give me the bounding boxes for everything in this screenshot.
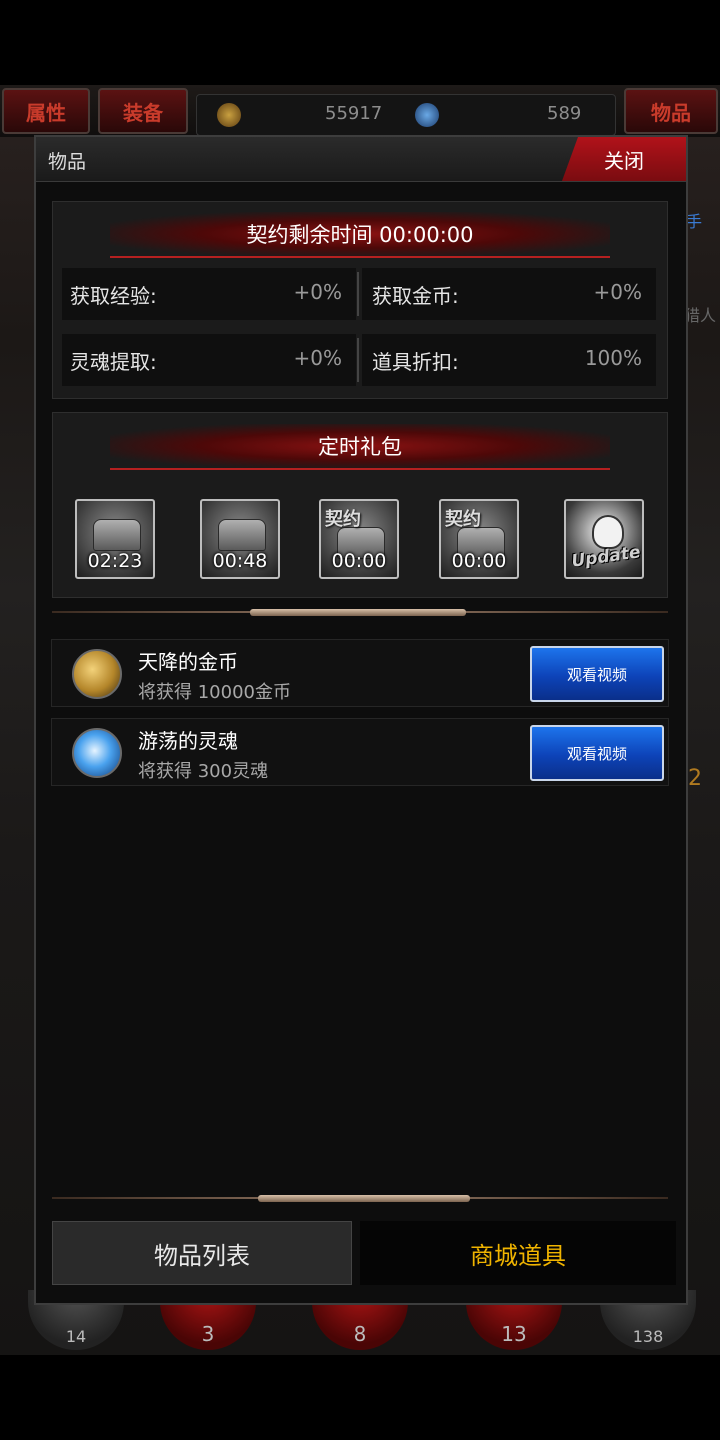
stat-divider xyxy=(357,272,359,316)
chest-icon xyxy=(218,519,266,551)
soul-icon xyxy=(415,103,439,127)
gold-coins-icon xyxy=(72,649,122,699)
gift-timer: 02:23 xyxy=(87,550,143,572)
stat-divider xyxy=(357,338,359,382)
stat-gold: 获取金币: +0% xyxy=(362,268,656,320)
stat-label: 道具折扣: xyxy=(372,350,459,374)
reward-desc: 将获得 300灵魂 xyxy=(138,761,269,782)
contract-tag: 契约 xyxy=(445,509,481,530)
reward-desc: 将获得 10000金币 xyxy=(138,682,291,703)
stat-discount: 道具折扣: 100% xyxy=(362,334,656,386)
dialog-header: 物品 关闭 xyxy=(36,137,686,182)
update-label: Update xyxy=(570,542,642,572)
stat-soul: 灵魂提取: +0% xyxy=(62,334,356,386)
tab-shop-items[interactable]: 商城道具 xyxy=(360,1221,676,1285)
dialog-title: 物品 xyxy=(48,151,87,173)
stat-label: 获取经验: xyxy=(70,284,157,308)
reward-row-soul: 游荡的灵魂 将获得 300灵魂 观看视频 xyxy=(51,718,669,786)
gift-chest-slot[interactable]: 00:48 xyxy=(200,499,280,579)
gold-icon xyxy=(217,103,241,127)
gift-contract-slot[interactable]: 契约 00:00 xyxy=(319,499,399,579)
stat-value: +0% xyxy=(593,280,643,304)
gift-contract-slot[interactable]: 契约 00:00 xyxy=(439,499,519,579)
reward-name: 天降的金币 xyxy=(138,650,238,674)
gift-timer: 00:00 xyxy=(451,550,507,572)
soul-crystal-icon xyxy=(72,728,122,778)
close-button[interactable]: 关闭 xyxy=(562,137,686,181)
stat-label: 获取金币: xyxy=(372,284,459,308)
stat-label: 灵魂提取: xyxy=(70,350,157,374)
tab-items[interactable]: 物品 xyxy=(624,88,718,134)
watch-video-button[interactable]: 观看视频 xyxy=(530,646,664,702)
reward-name: 游荡的灵魂 xyxy=(138,729,238,753)
stat-value: +0% xyxy=(293,280,343,304)
gift-timer: 00:48 xyxy=(212,550,268,572)
stat-exp: 获取经验: +0% xyxy=(62,268,356,320)
timed-gifts-banner: 定时礼包 xyxy=(110,424,610,470)
soul-count: 589 xyxy=(547,103,582,124)
resource-bar: 55917 589 xyxy=(196,94,616,136)
divider-ornament xyxy=(258,1195,470,1202)
tab-attributes[interactable]: 属性 xyxy=(2,88,90,134)
side-number: 2 xyxy=(688,766,702,791)
gift-chest-slot[interactable]: 02:23 xyxy=(75,499,155,579)
reward-row-gold: 天降的金币 将获得 10000金币 观看视频 xyxy=(51,639,669,707)
skull-update-icon xyxy=(592,515,624,549)
chest-icon xyxy=(93,519,141,551)
contract-timer-banner: 契约剩余时间 00:00:00 xyxy=(110,212,610,258)
gift-timer: 00:00 xyxy=(331,550,387,572)
gift-update-slot[interactable]: Update xyxy=(564,499,644,579)
divider-ornament xyxy=(250,609,466,616)
gold-count: 55917 xyxy=(325,103,383,124)
contract-tag: 契约 xyxy=(325,509,361,530)
tab-equipment[interactable]: 装备 xyxy=(98,88,188,134)
watch-video-button[interactable]: 观看视频 xyxy=(530,725,664,781)
tab-item-list[interactable]: 物品列表 xyxy=(52,1221,352,1285)
stat-value: 100% xyxy=(584,346,642,370)
side-text: 猎人 xyxy=(684,306,717,325)
side-text: 手 xyxy=(686,212,703,231)
stat-value: +0% xyxy=(293,346,343,370)
